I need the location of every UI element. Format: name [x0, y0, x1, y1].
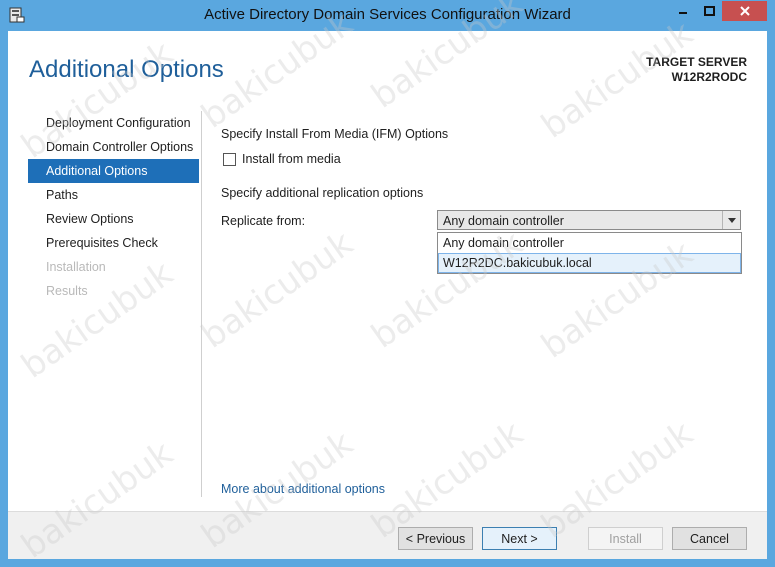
- ifm-heading: Specify Install From Media (IFM) Options: [221, 127, 449, 141]
- install-from-media-checkbox[interactable]: [223, 152, 236, 166]
- nav-item-domain-controller-options[interactable]: Domain Controller Options: [28, 135, 199, 159]
- more-about-options-link[interactable]: More about additional options: [221, 482, 385, 496]
- nav-item-prerequisites-check[interactable]: Prerequisites Check: [28, 231, 199, 255]
- nav-item-results: Results: [46, 284, 88, 298]
- next-button[interactable]: Next >: [482, 527, 557, 550]
- install-from-media-label[interactable]: Install from media: [242, 152, 341, 166]
- target-server-label: TARGET SERVER: [646, 55, 747, 69]
- target-server: TARGET SERVER W12R2RODC: [646, 55, 747, 85]
- replicate-from-label: Replicate from:: [221, 214, 306, 228]
- close-icon: [739, 6, 750, 16]
- dropdown-option-w12r2dc[interactable]: W12R2DC.bakicubuk.local: [438, 253, 741, 273]
- chevron-down-icon: [727, 217, 736, 223]
- replication-heading: Specify additional replication options: [221, 186, 424, 200]
- nav-item-deployment-configuration[interactable]: Deployment Configuration: [28, 111, 199, 135]
- install-button: Install: [588, 527, 663, 550]
- page-title: Additional Options: [29, 56, 224, 83]
- install-from-media-option[interactable]: Install from media: [223, 152, 341, 166]
- wizard-window: Active Directory Domain Services Configu…: [0, 0, 775, 567]
- minimize-button[interactable]: [670, 1, 696, 21]
- maximize-button[interactable]: [696, 1, 722, 21]
- title-bar[interactable]: Active Directory Domain Services Configu…: [0, 0, 775, 31]
- nav-item-additional-options[interactable]: Additional Options: [28, 159, 199, 183]
- window-title: Active Directory Domain Services Configu…: [204, 6, 571, 23]
- previous-button[interactable]: < Previous: [398, 527, 473, 550]
- dropdown-option-any-dc[interactable]: Any domain controller: [438, 233, 741, 253]
- wizard-nav: Deployment Configuration Domain Controll…: [28, 111, 199, 303]
- nav-item-paths[interactable]: Paths: [28, 183, 199, 207]
- close-button[interactable]: [722, 1, 767, 21]
- nav-item-review-options[interactable]: Review Options: [28, 207, 199, 231]
- replicate-from-value: Any domain controller: [443, 214, 564, 228]
- cancel-button[interactable]: Cancel: [672, 527, 747, 550]
- minimize-icon: [679, 12, 687, 14]
- wizard-footer: < Previous Next > Install Cancel: [8, 511, 767, 559]
- wizard-client-area: Additional Options TARGET SERVER W12R2RO…: [8, 31, 767, 559]
- maximize-icon: [703, 6, 715, 16]
- target-server-name: W12R2RODC: [671, 70, 747, 84]
- nav-item-installation: Installation: [46, 260, 106, 274]
- replicate-from-dropdown[interactable]: Any domain controller: [437, 210, 741, 230]
- dropdown-arrow-button[interactable]: [722, 211, 740, 229]
- nav-divider: [201, 111, 202, 497]
- replicate-from-options-list: Any domain controller W12R2DC.bakicubuk.…: [437, 232, 742, 274]
